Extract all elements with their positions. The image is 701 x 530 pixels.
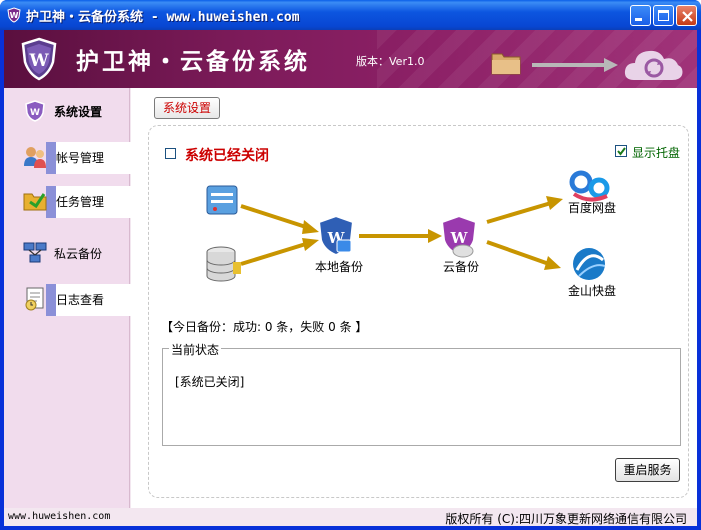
show-tray-checkbox[interactable] xyxy=(615,145,627,157)
version-label: 版本：Ver1.0 xyxy=(356,55,425,68)
arrow-head xyxy=(302,220,319,234)
arrow-server-to-local xyxy=(240,204,310,230)
website-text: www.huweishen.com xyxy=(8,511,111,522)
current-state-text: [系统已关闭] xyxy=(175,375,245,389)
users-icon xyxy=(24,147,46,168)
svg-text:W: W xyxy=(450,229,469,247)
cloud-sync-icon xyxy=(624,50,683,80)
baidu-pan-label: 百度网盘 xyxy=(568,201,617,215)
system-status-checkbox[interactable] xyxy=(165,148,176,159)
kingsoft-pan-icon xyxy=(573,248,606,280)
system-status-label: 系统已经关闭 xyxy=(185,148,269,164)
sidebar-item-label: 私云备份 xyxy=(54,246,103,261)
folder-icon xyxy=(23,193,47,211)
maximize-icon xyxy=(658,10,669,21)
client-area: W 护卫神・云备份系统 版本：Ver1.0 W 系统设置 帐号管理 任务管理 私… xyxy=(4,30,697,526)
shield-w-icon: W xyxy=(25,100,45,122)
sidebar-item-accounts[interactable]: 帐号管理 xyxy=(22,140,136,174)
arrow-head xyxy=(546,196,563,210)
arrow-cloud-to-baidu xyxy=(486,201,552,224)
sidebar-item-tasks[interactable]: 任务管理 xyxy=(22,184,136,218)
settings-panel: 系统已经关闭 显示托盘 W W 本地备份 云备份 百度网盘 金山快盘 【今日备份… xyxy=(148,125,689,498)
status-bar: www.huweishen.com 版权所有 (C):四川万象更新网络通信有限公… xyxy=(4,508,697,526)
main-content: 系统设置 系统已经关闭 显示托盘 W W 本地备份 云备份 百度网盘 金山快盘 … xyxy=(131,88,697,508)
cloud-backup-icon: W xyxy=(440,214,478,258)
baidu-pan-icon xyxy=(569,170,610,202)
close-icon xyxy=(682,11,693,22)
title-bar[interactable]: W 护卫神・云备份系统 - www.huweishen.com xyxy=(0,0,701,30)
checkmark-icon xyxy=(617,147,626,156)
arrow-head xyxy=(428,229,442,243)
arrow-head xyxy=(302,238,319,251)
sync-arrow-icon xyxy=(532,58,618,72)
app-logo-icon: W xyxy=(7,7,21,23)
minimize-button[interactable] xyxy=(630,5,651,26)
arrow-cloud-to-kingsoft xyxy=(486,240,550,266)
sidebar-item-label: 日志查看 xyxy=(56,292,105,307)
folder-icon xyxy=(491,53,521,75)
sidebar-item-label: 任务管理 xyxy=(56,194,105,209)
svg-text:W: W xyxy=(10,11,19,20)
log-icon xyxy=(25,287,44,311)
database-icon xyxy=(206,246,241,282)
tab-system-settings[interactable]: 系统设置 xyxy=(154,97,220,119)
current-state-legend: 当前状态 xyxy=(169,341,222,358)
sidebar-item-label: 帐号管理 xyxy=(56,150,105,165)
restart-service-button[interactable]: 重启服务 xyxy=(615,458,680,482)
shield-logo-icon: W xyxy=(21,37,57,81)
svg-text:W: W xyxy=(28,51,49,71)
sidebar: W 系统设置 帐号管理 任务管理 私云备份 日志查看 xyxy=(4,88,136,508)
server-icon xyxy=(206,185,238,215)
arrow-db-to-local xyxy=(240,241,310,266)
window-title: 护卫神・云备份系统 - www.huweishen.com xyxy=(26,10,300,25)
minimize-icon xyxy=(635,18,642,21)
show-tray-label: 显示托盘 xyxy=(632,146,681,160)
application-window: W 护卫神・云备份系统 - www.huweishen.com W 护卫神・云备… xyxy=(0,0,701,530)
sidebar-item-logs[interactable]: 日志查看 xyxy=(22,282,136,316)
kingsoft-pan-label: 金山快盘 xyxy=(568,284,617,298)
network-icon xyxy=(23,242,47,263)
sidebar-item-private-backup[interactable]: 私云备份 xyxy=(22,236,102,270)
current-state-group: 当前状态 [系统已关闭] xyxy=(162,341,681,446)
local-backup-icon: W xyxy=(317,214,355,257)
sidebar-item-label: 系统设置 xyxy=(54,104,103,119)
copyright-text: 版权所有 (C):四川万象更新网络通信有限公司 xyxy=(445,512,687,526)
close-button[interactable] xyxy=(676,5,697,26)
svg-text:W: W xyxy=(30,108,40,118)
header-banner: W 护卫神・云备份系统 版本：Ver1.0 xyxy=(4,30,697,88)
local-backup-label: 本地备份 xyxy=(315,260,364,274)
sidebar-item-settings[interactable]: W 系统设置 xyxy=(22,94,102,128)
today-backup-summary: 【今日备份：成功: 0 条，失败 0 条 】 xyxy=(161,320,368,334)
maximize-button[interactable] xyxy=(653,5,674,26)
cloud-backup-label: 云备份 xyxy=(443,260,480,274)
backup-flow-diagram: W W 本地备份 云备份 百度网盘 金山快盘 xyxy=(149,166,690,316)
banner-title: 护卫神・云备份系统 xyxy=(76,48,310,75)
arrow-head xyxy=(544,256,561,270)
